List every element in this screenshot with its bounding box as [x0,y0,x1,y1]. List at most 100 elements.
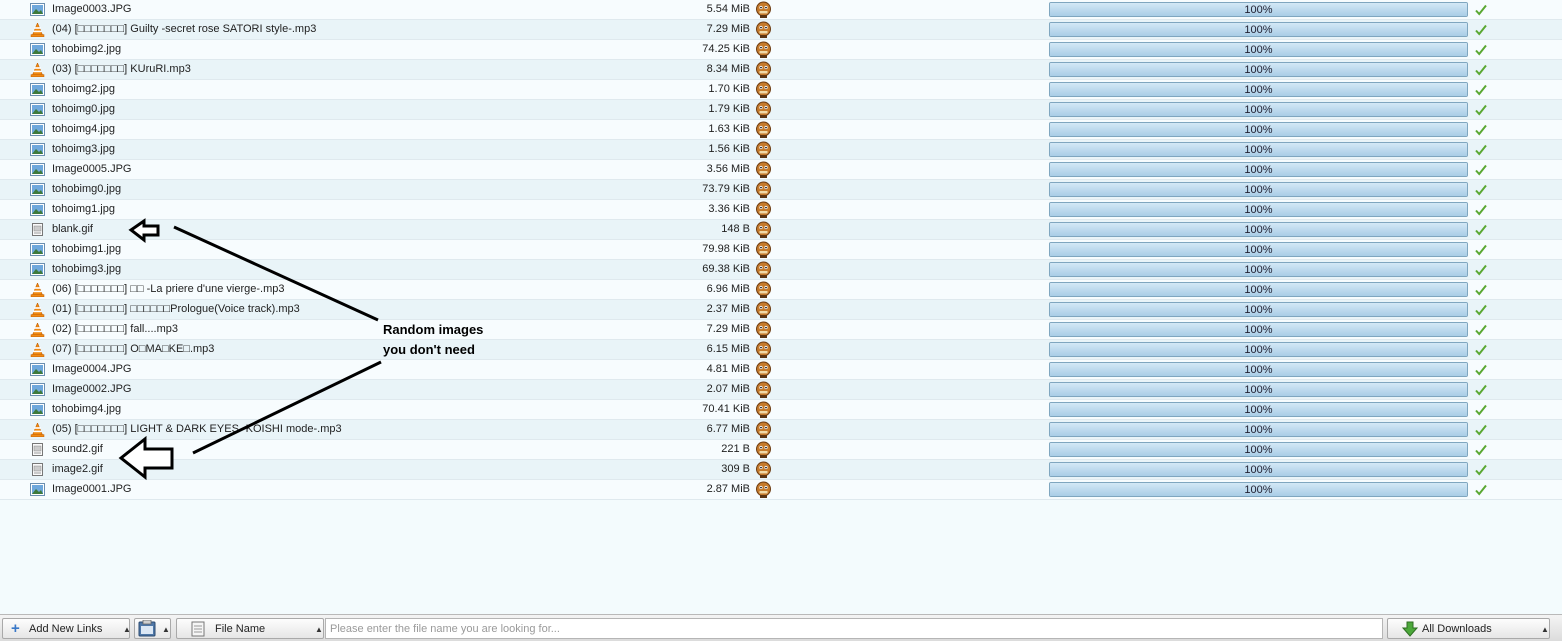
progress-bar: 100% [1049,102,1468,117]
download-row[interactable]: (06) [□□□□□□□] □□ -La priere d'une vierg… [0,280,1562,300]
download-row[interactable]: tohobimg1.jpg 79.98 KiB 100% [0,240,1562,260]
checkmark-icon [1474,403,1488,417]
download-row[interactable]: image2.gif 309 B 100% [0,460,1562,480]
checkmark-icon [1474,463,1488,477]
file-name: (05) [□□□□□□□] LIGHT & DARK EYES -KOISHI… [52,423,342,435]
progress-bar: 100% [1049,362,1468,377]
checkmark-icon [1474,123,1488,137]
host-mascot-icon [755,121,772,138]
vlc-cone-icon [30,22,45,38]
progress-bar: 100% [1049,202,1468,217]
download-row[interactable]: Image0001.JPG 2.87 MiB 100% [0,480,1562,500]
download-row[interactable]: (03) [□□□□□□□] KUruRI.mp3 8.34 MiB 100% [0,60,1562,80]
host-mascot-icon [755,401,772,418]
image-file-icon [30,83,45,96]
file-size: 6.96 MiB [706,283,750,295]
download-row[interactable]: (04) [□□□□□□□] Guilty -secret rose SATOR… [0,20,1562,40]
progress-label: 100% [1244,264,1273,276]
download-row[interactable]: tohoimg2.jpg 1.70 KiB 100% [0,80,1562,100]
file-name: Image0003.JPG [52,3,132,15]
host-mascot-icon [755,461,772,478]
progress-label: 100% [1244,104,1273,116]
image-file-icon [30,43,45,56]
download-row[interactable]: tohobimg2.jpg 74.25 KiB 100% [0,40,1562,60]
clipboard-dropdown-icon[interactable]: ▲ [162,625,170,634]
file-size: 7.29 MiB [706,23,750,35]
image-file-icon [30,483,45,496]
image-file-icon [30,103,45,116]
file-name: (01) [□□□□□□□] □□□□□□Prologue(Voice trac… [52,303,300,315]
progress-bar: 100% [1049,242,1468,257]
add-links-dropdown-icon[interactable]: ▲ [123,625,131,634]
download-row[interactable]: tohobimg4.jpg 70.41 KiB 100% [0,400,1562,420]
host-mascot-icon [755,201,772,218]
download-row[interactable]: (07) [□□□□□□□] O□MA□KE□.mp3 6.15 MiB 100% [0,340,1562,360]
progress-bar: 100% [1049,222,1468,237]
search-field-selector[interactable]: File Name ▲ [176,618,324,639]
file-name: Image0002.JPG [52,383,132,395]
download-row[interactable]: (05) [□□□□□□□] LIGHT & DARK EYES -KOISHI… [0,420,1562,440]
host-mascot-icon [755,181,772,198]
progress-bar: 100% [1049,402,1468,417]
search-field-label: File Name [215,623,266,635]
vlc-cone-icon [30,282,45,298]
download-list: Image0003.JPG 5.54 MiB 100% (04) [□□□□□□□] … [0,0,1562,500]
file-name: Image0001.JPG [52,483,132,495]
download-row[interactable]: Image0004.JPG 4.81 MiB 100% [0,360,1562,380]
host-mascot-icon [755,61,772,78]
search-field-dropdown-icon[interactable]: ▲ [315,625,323,634]
download-row[interactable]: (01) [□□□□□□□] □□□□□□Prologue(Voice trac… [0,300,1562,320]
checkmark-icon [1474,163,1488,177]
progress-bar: 100% [1049,182,1468,197]
file-size: 2.87 MiB [706,483,750,495]
progress-label: 100% [1244,224,1273,236]
host-mascot-icon [755,281,772,298]
file-name: blank.gif [52,223,93,235]
progress-label: 100% [1244,24,1273,36]
download-row[interactable]: tohobimg3.jpg 69.38 KiB 100% [0,260,1562,280]
download-row[interactable]: tohoimg4.jpg 1.63 KiB 100% [0,120,1562,140]
file-name: image2.gif [52,463,103,475]
download-row[interactable]: blank.gif 148 B 100% [0,220,1562,240]
download-row[interactable]: Image0002.JPG 2.07 MiB 100% [0,380,1562,400]
add-new-links-label: Add New Links [29,623,103,635]
progress-label: 100% [1244,84,1273,96]
progress-label: 100% [1244,464,1273,476]
checkmark-icon [1474,43,1488,57]
file-name: tohobimg0.jpg [52,183,122,195]
file-size: 309 B [721,463,750,475]
file-size: 73.79 KiB [702,183,750,195]
search-input[interactable] [325,618,1383,639]
file-size: 6.77 MiB [706,423,750,435]
progress-bar: 100% [1049,462,1468,477]
vlc-cone-icon [30,302,45,318]
progress-bar: 100% [1049,302,1468,317]
clipboard-monitor-button[interactable]: ▲ [134,618,171,639]
add-new-links-button[interactable]: + Add New Links ▲ [2,618,131,639]
bottom-toolbar: + Add New Links ▲ ▲ File Name ▲ All Down… [0,614,1562,641]
progress-label: 100% [1244,404,1273,416]
file-size: 1.63 KiB [708,123,750,135]
file-name: (03) [□□□□□□□] KUruRI.mp3 [52,63,191,75]
file-name: Image0004.JPG [52,363,132,375]
download-row[interactable]: (02) [□□□□□□□] fall....mp3 7.29 MiB 100% [0,320,1562,340]
download-row[interactable]: tohoimg1.jpg 3.36 KiB 100% [0,200,1562,220]
gif-file-icon [30,223,45,236]
download-row[interactable]: Image0005.JPG 3.56 MiB 100% [0,160,1562,180]
progress-label: 100% [1244,204,1273,216]
file-name: tohobimg3.jpg [52,263,122,275]
file-size: 7.29 MiB [706,323,750,335]
all-downloads-filter[interactable]: All Downloads ▲ [1387,618,1550,639]
all-downloads-dropdown-icon[interactable]: ▲ [1541,625,1549,634]
host-mascot-icon [755,481,772,498]
image-file-icon [30,203,45,216]
progress-label: 100% [1244,144,1273,156]
progress-label: 100% [1244,64,1273,76]
download-row[interactable]: tohoimg0.jpg 1.79 KiB 100% [0,100,1562,120]
download-row[interactable]: tohobimg0.jpg 73.79 KiB 100% [0,180,1562,200]
checkmark-icon [1474,283,1488,297]
download-row[interactable]: Image0003.JPG 5.54 MiB 100% [0,0,1562,20]
download-row[interactable]: sound2.gif 221 B 100% [0,440,1562,460]
download-row[interactable]: tohoimg3.jpg 1.56 KiB 100% [0,140,1562,160]
checkmark-icon [1474,243,1488,257]
